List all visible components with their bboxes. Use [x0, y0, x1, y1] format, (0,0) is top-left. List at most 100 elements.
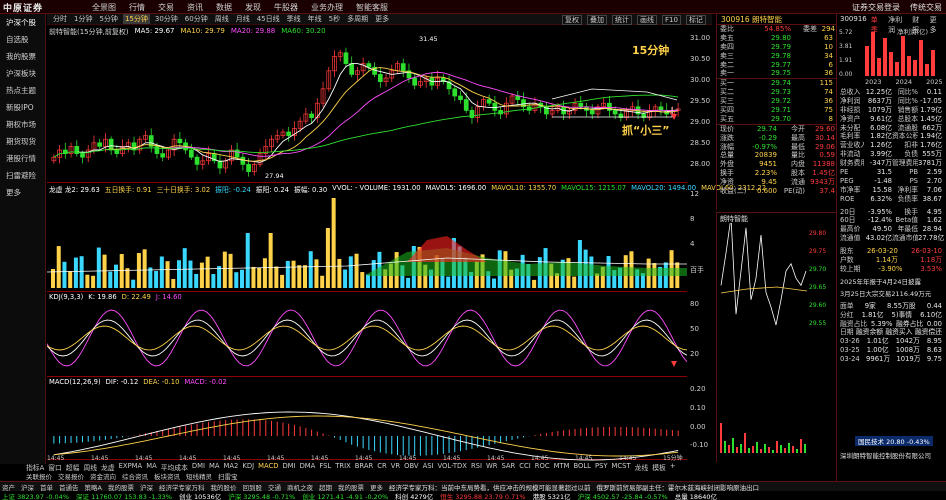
- kdj-chart[interactable]: [47, 301, 687, 375]
- related-stock[interactable]: 国民技术 20.80 -0.43%: [855, 436, 933, 446]
- info-tab[interactable]: 关联报价: [26, 471, 52, 480]
- period-tab[interactable]: 1分钟: [72, 14, 94, 24]
- period-tab[interactable]: 年线: [306, 14, 324, 24]
- order-level[interactable]: 卖二 29.77 6: [717, 61, 836, 70]
- fund-tab[interactable]: 财报: [912, 15, 925, 34]
- order-level[interactable]: 买一 29.74 115: [717, 79, 836, 88]
- sidebar-item[interactable]: 沪深个股: [0, 14, 45, 31]
- period-tab[interactable]: 60分钟: [183, 14, 210, 24]
- volume-bar: [211, 274, 216, 288]
- macd-chart[interactable]: 14:45 14:45 14:45 14:45 14:45 14:45 14:45 14:45…: [47, 386, 687, 461]
- index-status-bar: 上证 3823.97 -0.04% 深证 11760.07 153.83 -1.3…: [0, 491, 946, 500]
- sidebar-item[interactable]: 扫雷避险: [0, 167, 45, 184]
- bottom-item[interactable]: 首通告: [59, 482, 79, 492]
- menu-item[interactable]: 行情: [129, 2, 145, 13]
- sidebar-item[interactable]: 我的股票: [0, 48, 45, 65]
- sidebar-item[interactable]: 期货现货: [0, 133, 45, 150]
- bottom-item[interactable]: 超期: [319, 482, 332, 492]
- bottom-item[interactable]: 商机之夜: [287, 482, 313, 492]
- margin-cell: 8.63: [926, 346, 942, 355]
- sidebar-item[interactable]: 沪深板块: [0, 65, 45, 82]
- bottom-item[interactable]: 策略A: [85, 482, 102, 492]
- menu-item[interactable]: 全景图: [92, 2, 116, 13]
- period-tab[interactable]: 5秒: [327, 14, 342, 24]
- info-tab[interactable]: 综合资讯: [122, 471, 148, 480]
- sidebar-item[interactable]: 新股IPO: [0, 99, 45, 116]
- bottom-item[interactable]: 经济学专家万科: [159, 482, 205, 492]
- order-level[interactable]: 买三 29.72 36: [717, 97, 836, 106]
- period-tab[interactable]: 更多: [373, 14, 391, 24]
- menu-item[interactable]: 交易: [158, 2, 174, 13]
- fund-tab[interactable]: 净利润: [888, 15, 908, 34]
- bottom-item[interactable]: 沪深: [21, 482, 34, 492]
- time-tick: 14:45: [135, 455, 152, 461]
- order-level[interactable]: 卖一 29.75 36: [717, 69, 836, 78]
- order-level[interactable]: 买二 29.73 74: [717, 88, 836, 97]
- fund-label: 最高价: [840, 225, 861, 234]
- fund-tab[interactable]: 单季: [871, 15, 884, 34]
- intraday-volume-bar: [748, 448, 750, 453]
- tool-button[interactable]: 复权: [562, 14, 582, 25]
- bottom-item[interactable]: 更多: [370, 482, 383, 492]
- margin-cell: 融资买入: [885, 328, 913, 337]
- tool-button[interactable]: 画线: [637, 14, 657, 25]
- bottom-item[interactable]: 交通: [268, 482, 281, 492]
- menu-item[interactable]: 资讯: [187, 2, 203, 13]
- order-level[interactable]: 卖五 29.80 63: [717, 34, 836, 43]
- bottom-item[interactable]: 我的股票: [108, 482, 134, 492]
- period-tab[interactable]: 分时: [51, 14, 69, 24]
- intraday-panel: 朗特智能 29.80 29.75 29.70 29.65 29.60 29.55: [716, 212, 836, 462]
- bottom-item[interactable]: 资产: [2, 482, 15, 492]
- volume-chart[interactable]: [47, 192, 687, 290]
- candlestick-chart[interactable]: 31.45 27.94: [47, 34, 717, 181]
- order-level[interactable]: 买四 29.71 75: [717, 106, 836, 115]
- period-tab[interactable]: 5分钟: [97, 14, 119, 24]
- fund-value: 26-03-10: [911, 247, 942, 256]
- period-tab[interactable]: 30分钟: [153, 14, 180, 24]
- info-tab[interactable]: 交易报价: [58, 471, 84, 480]
- bottom-item[interactable]: 首单: [40, 482, 53, 492]
- period-tab[interactable]: 月线: [234, 14, 252, 24]
- tool-button[interactable]: F10: [662, 14, 681, 25]
- menu-item[interactable]: 智能客服: [356, 2, 388, 13]
- time-tick: 14:45: [619, 455, 636, 461]
- time-tick: 14:45: [267, 455, 284, 461]
- sidebar-item[interactable]: 港股行情: [0, 150, 45, 167]
- order-level[interactable]: 卖三 29.78 34: [717, 52, 836, 61]
- left-sidebar: 沪深个股 自选股 我的股票 沪深板块 热点主题 新股IPO 期权市场 期货现货 港股行情 扫雷避险…: [0, 14, 46, 464]
- sidebar-item[interactable]: 自选股: [0, 31, 45, 48]
- menu-item[interactable]: 传统交易: [910, 2, 942, 13]
- period-tab[interactable]: 多周期: [345, 14, 370, 24]
- sidebar-item[interactable]: 更多: [0, 184, 45, 201]
- sidebar-item[interactable]: 热点主题: [0, 82, 45, 99]
- info-tab[interactable]: 扫雷宝: [218, 471, 238, 480]
- period-tab[interactable]: 周线: [213, 14, 231, 24]
- indicator-tab[interactable]: +: [670, 462, 676, 472]
- menu-item[interactable]: 牛股器: [274, 2, 298, 13]
- period-tab[interactable]: 季线: [285, 14, 303, 24]
- stat-value: 37.4: [819, 187, 835, 196]
- bottom-item[interactable]: 我的股价: [210, 482, 236, 492]
- axis-tick: 29.00: [690, 118, 711, 126]
- info-tab[interactable]: 短线精灵: [186, 471, 212, 480]
- tool-button[interactable]: 统计: [612, 14, 632, 25]
- tool-button[interactable]: 叠加: [587, 14, 607, 25]
- fund-tab[interactable]: 更多: [930, 15, 943, 34]
- period-tab[interactable]: 15分钟: [122, 14, 150, 24]
- sidebar-item[interactable]: 期权市场: [0, 116, 45, 133]
- tool-button[interactable]: 标记: [685, 14, 706, 25]
- info-tab[interactable]: 板块资讯: [154, 471, 180, 480]
- bottom-item[interactable]: 回到股: [242, 482, 262, 492]
- period-tab[interactable]: 45日线: [255, 14, 282, 24]
- margin-row: 日期 融资余额 融资买入 融资偿还: [837, 328, 945, 337]
- level-qty: 115: [819, 79, 833, 88]
- menu-item[interactable]: 数据: [216, 2, 232, 13]
- info-tab[interactable]: 资金流向: [90, 471, 116, 480]
- bottom-item[interactable]: 我的股票: [338, 482, 364, 492]
- menu-item[interactable]: 证券交易登录: [852, 2, 900, 13]
- menu-item[interactable]: 发现: [245, 2, 261, 13]
- bottom-item[interactable]: 沪深: [140, 482, 153, 492]
- order-level[interactable]: 卖四 29.79 10: [717, 43, 836, 52]
- order-level[interactable]: 买五 29.70 8: [717, 115, 836, 124]
- menu-item[interactable]: 业务办理: [311, 2, 343, 13]
